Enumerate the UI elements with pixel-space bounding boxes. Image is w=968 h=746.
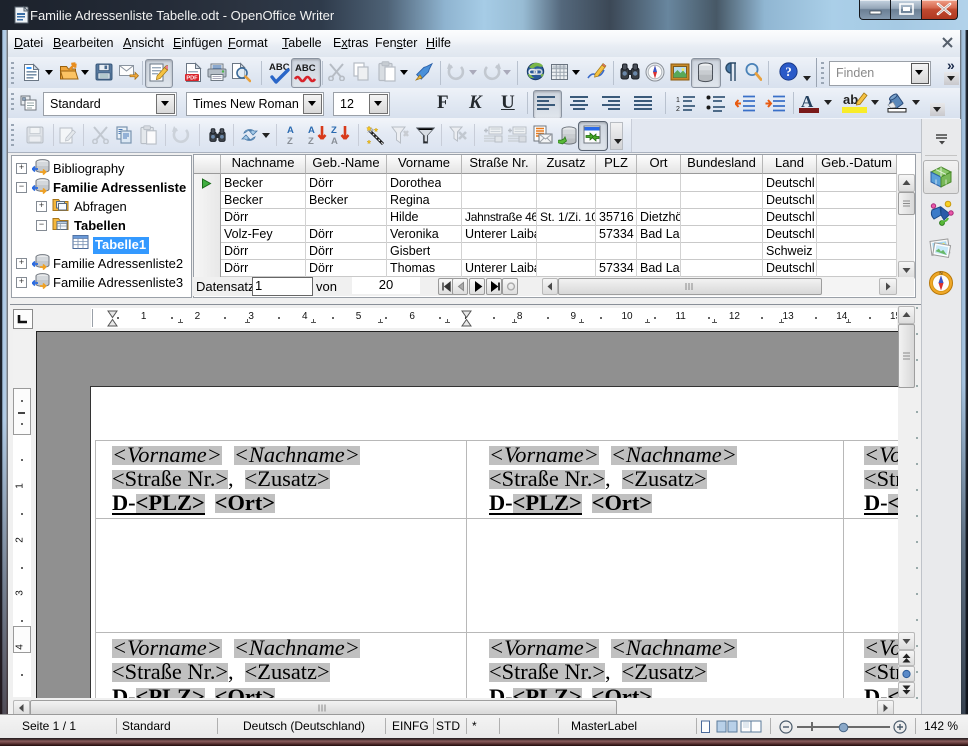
svg-text:2: 2 [676, 106, 680, 112]
svg-text:A: A [308, 125, 315, 136]
svg-text:A: A [331, 136, 338, 146]
svg-text:Z: Z [308, 136, 314, 146]
svg-text:ABC: ABC [295, 63, 316, 74]
svg-text:Z: Z [331, 125, 337, 136]
svg-text:A: A [287, 125, 294, 136]
svg-text:N: N [939, 271, 942, 276]
svg-text:PDF: PDF [186, 76, 198, 82]
svg-text:?: ? [785, 64, 792, 79]
svg-text:Z: Z [287, 136, 293, 146]
svg-text:1: 1 [676, 97, 680, 104]
